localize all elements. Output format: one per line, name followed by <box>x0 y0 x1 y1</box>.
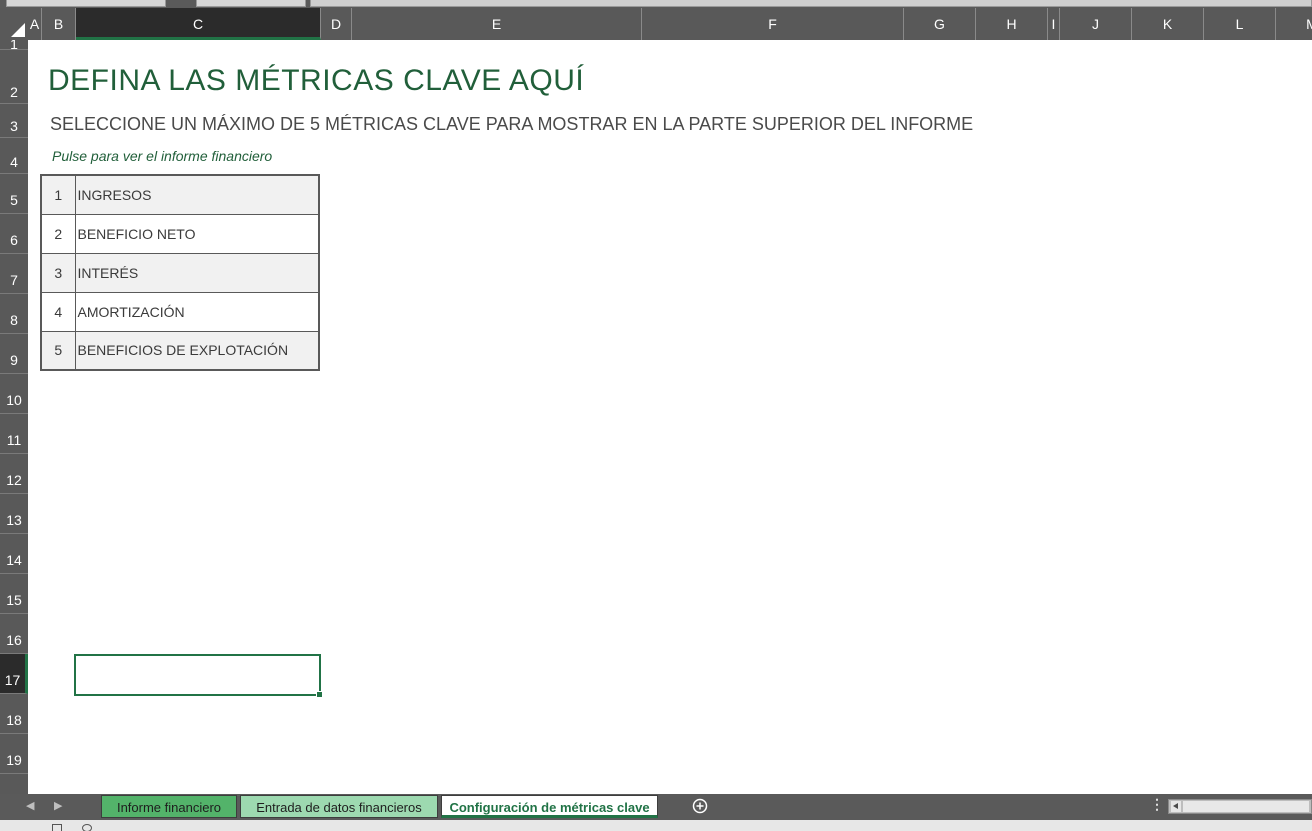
metric-select-cell[interactable]: BENEFICIOS DE EXPLOTACIÓN <box>74 330 320 371</box>
column-header-e[interactable]: E <box>352 8 642 40</box>
top-window-strip <box>0 0 1312 8</box>
metric-number[interactable]: 1 <box>40 174 76 215</box>
status-bar <box>0 820 1312 831</box>
row-header[interactable]: 5 <box>0 174 28 214</box>
column-header-k[interactable]: K <box>1132 8 1204 40</box>
sheet-tab-bar: ◀ ▶ Informe financiero Entrada de datos … <box>0 794 1312 820</box>
horizontal-scrollbar[interactable] <box>1168 799 1312 814</box>
column-header-b[interactable]: B <box>42 8 76 40</box>
metric-row: 5 BENEFICIOS DE EXPLOTACIÓN <box>40 330 320 371</box>
row-header[interactable]: 16 <box>0 614 28 654</box>
row-header[interactable]: 7 <box>0 254 28 294</box>
sheet-tab-entrada-datos[interactable]: Entrada de datos financieros <box>240 795 438 818</box>
metric-select-cell[interactable]: INTERÉS <box>74 252 320 293</box>
caret-left-icon[interactable]: ◀ <box>26 794 34 818</box>
sheet-tab-informe-financiero[interactable]: Informe financiero <box>101 795 237 818</box>
sheet-tab-configuracion-metricas[interactable]: Configuración de métricas clave <box>441 795 658 818</box>
select-all-triangle-icon <box>11 23 25 37</box>
accessibility-icon <box>82 824 92 831</box>
ribbon-tab-remnant <box>6 0 166 7</box>
column-header-a[interactable]: A <box>28 8 42 40</box>
row-header[interactable]: 4 <box>0 138 28 174</box>
metric-row: 4 AMORTIZACIÓN <box>40 291 320 332</box>
metric-row: 1 INGRESOS <box>40 174 320 215</box>
column-header-f[interactable]: F <box>642 8 904 40</box>
column-header-i[interactable]: I <box>1048 8 1060 40</box>
sheet-view-icon <box>52 824 62 831</box>
column-header-c[interactable]: C <box>76 8 321 40</box>
row-header[interactable]: 1 <box>0 40 28 50</box>
metric-row: 2 BENEFICIO NETO <box>40 213 320 254</box>
financial-report-link[interactable]: Pulse para ver el informe financiero <box>52 148 272 164</box>
column-header-g[interactable]: G <box>904 8 976 40</box>
column-header-d[interactable]: D <box>321 8 352 40</box>
select-all-corner[interactable] <box>0 8 28 40</box>
row-header[interactable]: 2 <box>0 50 28 104</box>
metric-select-cell[interactable]: BENEFICIO NETO <box>74 213 320 254</box>
formula-bar-remnant <box>310 0 1312 7</box>
column-header-l[interactable]: L <box>1204 8 1276 40</box>
row-header[interactable]: 8 <box>0 294 28 334</box>
row-header[interactable]: 9 <box>0 334 28 374</box>
metric-select-cell[interactable]: AMORTIZACIÓN <box>74 291 320 332</box>
row-header[interactable]: 10 <box>0 374 28 414</box>
worksheet-grid[interactable]: DEFINA LAS MÉTRICAS CLAVE AQUÍ SELECCION… <box>28 40 1312 794</box>
row-header[interactable]: 18 <box>0 694 28 734</box>
column-header-h[interactable]: H <box>976 8 1048 40</box>
metric-row: 3 INTERÉS <box>40 252 320 293</box>
column-header-j[interactable]: J <box>1060 8 1132 40</box>
metrics-table: 1 INGRESOS 2 BENEFICIO NETO 3 INTERÉS 4 … <box>40 174 320 371</box>
column-header-m[interactable]: M <box>1276 8 1312 40</box>
row-header-selected[interactable]: 17 <box>0 654 28 694</box>
plus-circle-icon[interactable] <box>692 798 708 814</box>
row-header[interactable]: 13 <box>0 494 28 534</box>
row-header[interactable]: 14 <box>0 534 28 574</box>
active-cell-selection[interactable] <box>74 654 323 698</box>
metric-number[interactable]: 2 <box>40 213 76 254</box>
row-header[interactable]: 15 <box>0 574 28 614</box>
page-title: DEFINA LAS MÉTRICAS CLAVE AQUÍ <box>48 64 585 97</box>
metric-number[interactable]: 3 <box>40 252 76 293</box>
row-header[interactable]: 12 <box>0 454 28 494</box>
metric-select-cell[interactable]: INGRESOS <box>74 174 320 215</box>
row-header[interactable]: 11 <box>0 414 28 454</box>
metric-number[interactable]: 5 <box>40 330 76 371</box>
row-header[interactable]: 3 <box>0 104 28 138</box>
scroll-thumb[interactable] <box>1183 801 1309 812</box>
column-header-bar: A B C D E F G H I J K L M <box>0 8 1312 40</box>
scroll-left-icon[interactable] <box>1171 801 1181 812</box>
row-header-bar: 1 2 3 4 5 6 7 8 9 10 11 12 13 14 15 16 1… <box>0 40 28 794</box>
fill-handle[interactable] <box>316 691 323 698</box>
row-header[interactable]: 19 <box>0 734 28 774</box>
ribbon-tab-remnant <box>196 0 306 7</box>
metric-number[interactable]: 4 <box>40 291 76 332</box>
more-options-icon[interactable]: ⋮ <box>1150 796 1164 813</box>
caret-right-icon[interactable]: ▶ <box>54 794 62 818</box>
page-subtitle: SELECCIONE UN MÁXIMO DE 5 MÉTRICAS CLAVE… <box>50 114 974 134</box>
row-header[interactable]: 6 <box>0 214 28 254</box>
